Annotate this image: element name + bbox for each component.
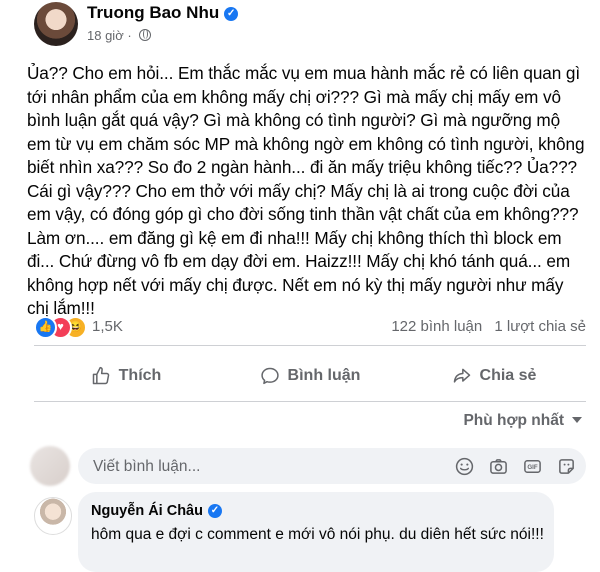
comment-label: Bình luận [287,367,361,384]
commenter-avatar[interactable] [34,497,72,535]
post-header: Truong Bao Nhu ✓ 18 giờ · [34,0,594,52]
chevron-down-icon [572,417,582,423]
author-name-text[interactable]: Truong Bao Nhu [87,3,219,22]
comment-bubble: Nguyễn Ái Châu ✓ hôm qua e đợi c comment … [78,492,554,572]
verified-icon: ✓ [207,504,222,518]
emoji-icon[interactable] [454,456,474,476]
post-stats: 👍 ♥ 😆 1,5K 122 bình luận 1 lượt chia sẻ [34,313,586,341]
post-meta: 18 giờ · [87,28,152,43]
like-label: Thích [118,367,162,384]
comment-input-icons: GIF [454,456,576,476]
comment-button[interactable]: Bình luận [218,352,402,400]
thumbs-up-icon [92,366,109,385]
globe-icon [139,29,152,41]
divider [34,401,586,402]
author-name[interactable]: Truong Bao Nhu ✓ [87,3,239,23]
comment-icon [260,367,279,385]
sticker-icon[interactable] [556,456,576,476]
like-button[interactable]: Thích [34,352,218,400]
comment-input-box[interactable]: GIF [78,448,586,486]
reaction-count[interactable]: 1,5K [92,318,123,335]
svg-text:GIF: GIF [527,463,537,470]
meta-dot: · [127,28,132,43]
post-time[interactable]: 18 giờ [87,28,124,43]
comment-text: hôm qua e đợi c comment e mới vô nói phụ… [91,526,544,543]
comment-count[interactable]: 122 bình luận [391,318,482,335]
author-avatar[interactable] [34,2,78,46]
like-reaction-icon[interactable]: 👍 [34,316,57,339]
share-count[interactable]: 1 lượt chia sẻ [494,318,586,335]
sort-label: Phù hợp nhất [463,412,564,429]
share-label: Chia sẻ [479,367,537,384]
share-button[interactable]: Chia sẻ [402,352,586,400]
comment-sort-dropdown[interactable]: Phù hợp nhất [463,412,582,430]
current-user-avatar[interactable] [30,446,70,486]
divider [34,345,586,346]
verified-icon: ✓ [224,7,239,21]
comment-input[interactable] [91,448,445,486]
post-text: Ủa?? Cho em hỏi... Em thắc mắc vụ em mua… [27,63,585,318]
camera-icon[interactable] [488,456,508,476]
commenter-name-text[interactable]: Nguyễn Ái Châu [91,503,203,519]
gif-icon[interactable]: GIF [522,456,542,476]
share-icon [453,368,470,383]
comment-share-stats: 122 bình luận 1 lượt chia sẻ [383,318,586,335]
commenter-name[interactable]: Nguyễn Ái Châu ✓ [91,503,222,519]
action-bar: Thích Bình luận Chia sẻ [34,352,586,400]
